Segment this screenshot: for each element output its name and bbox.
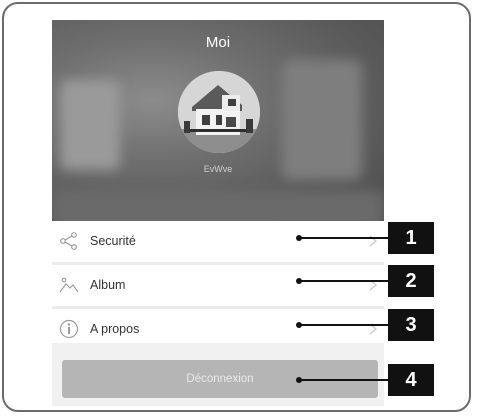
background-blur-shape: [52, 190, 384, 221]
callout-badge-4: 4: [388, 364, 434, 396]
menu-item-security[interactable]: Securité: [52, 221, 384, 262]
menu-item-label: Album: [90, 278, 126, 292]
background-blur-shape: [282, 60, 362, 180]
avatar[interactable]: [178, 71, 260, 153]
callout-badge-3: 3: [388, 309, 434, 341]
profile-header: Moi EvWve: [52, 20, 384, 221]
username: EvWve: [203, 164, 233, 174]
menu-item-album[interactable]: Album: [52, 265, 384, 306]
house-photo: [178, 71, 260, 153]
callout-line: [299, 237, 389, 239]
chevron-right-icon: [369, 235, 377, 247]
background-blur-shape: [60, 80, 120, 170]
callout-line: [299, 280, 389, 282]
callout-line: [299, 324, 389, 326]
page-title: Moi: [205, 34, 231, 51]
callout-badge-2: 2: [388, 265, 434, 297]
callout-badge-1: 1: [388, 222, 434, 254]
menu-item-label: Securité: [90, 234, 136, 248]
image-icon: [59, 277, 79, 293]
share-icon: [60, 232, 77, 250]
info-icon: [59, 319, 79, 339]
callout-line: [299, 379, 389, 381]
profile-screen: Moi EvWve Securité Album A propos Déconn…: [52, 20, 384, 406]
logout-area: Déconnexion: [52, 343, 384, 406]
